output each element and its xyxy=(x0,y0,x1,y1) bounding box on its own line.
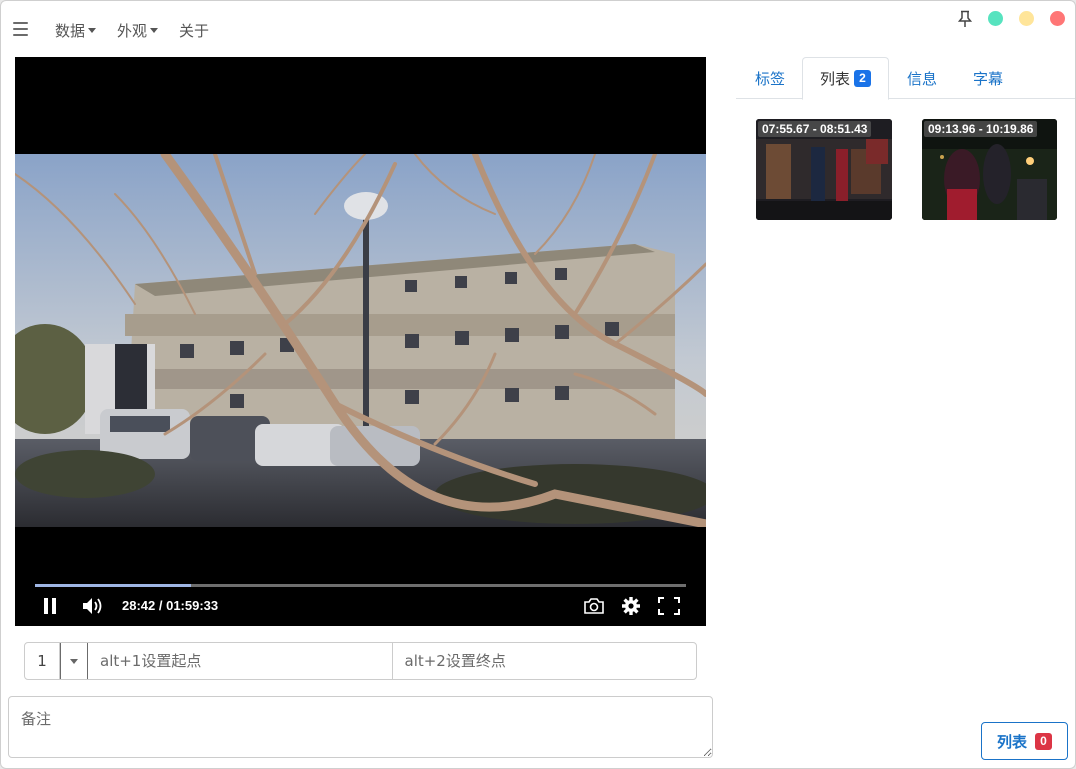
list-count-badge: 0 xyxy=(1035,732,1052,750)
menu-data-label: 数据 xyxy=(55,21,86,40)
side-tabs: 标签 列表 2 信息 字幕 xyxy=(736,57,1075,100)
list-button-label: 列表 xyxy=(996,732,1027,751)
tab-tags[interactable]: 标签 xyxy=(744,57,796,99)
clip-range-label: 07:55.67 - 08:51.43 xyxy=(758,121,872,137)
range-input-row: 1 xyxy=(24,642,697,680)
volume-icon[interactable] xyxy=(82,597,104,615)
settings-icon[interactable] xyxy=(621,596,641,616)
video-player[interactable]: 28:42 / 01:59:33 xyxy=(15,57,706,626)
screenshot-icon[interactable] xyxy=(583,597,605,615)
caret-down-icon xyxy=(70,658,78,664)
caret-down-icon xyxy=(88,27,97,33)
time-display: 28:42 / 01:59:33 xyxy=(122,598,219,613)
tab-list-label: 列表 xyxy=(819,70,850,88)
clip-thumbnail[interactable]: 09:13.96 - 10:19.86 xyxy=(922,119,1057,220)
menu-about-label: 关于 xyxy=(179,21,210,40)
menu-about[interactable]: 关于 xyxy=(179,20,209,40)
menu-appearance[interactable]: 外观 xyxy=(117,20,159,40)
app-window: 数据 外观 关于 28:42 / 01:59:33 1 alt+1设置起点 al… xyxy=(0,0,1076,769)
window-dot-yellow[interactable] xyxy=(1019,11,1034,26)
tab-list[interactable]: 列表 2 xyxy=(802,57,889,100)
tab-info[interactable]: 信息 xyxy=(896,57,948,99)
progress-fill xyxy=(35,584,192,587)
caret-down-icon xyxy=(150,27,159,33)
progress-bar[interactable] xyxy=(35,584,686,587)
fullscreen-icon[interactable] xyxy=(658,597,680,615)
clip-range-label: 09:13.96 - 10:19.86 xyxy=(924,121,1038,137)
pause-icon[interactable] xyxy=(43,598,57,614)
end-point-input[interactable] xyxy=(391,643,696,679)
clip-index-dropdown[interactable] xyxy=(60,643,88,679)
list-button[interactable]: 列表 0 xyxy=(981,722,1068,760)
menu-appearance-label: 外观 xyxy=(117,21,148,40)
menu-bar: 数据 外观 关于 xyxy=(1,1,1075,57)
tab-info-label: 信息 xyxy=(906,69,937,88)
hamburger-menu-icon[interactable] xyxy=(13,22,28,36)
menu-data[interactable]: 数据 xyxy=(55,20,97,40)
tab-tags-label: 标签 xyxy=(754,69,785,88)
notes-textarea[interactable] xyxy=(8,696,713,758)
window-dot-green[interactable] xyxy=(988,11,1003,26)
pin-icon[interactable] xyxy=(957,10,973,28)
player-controls: 28:42 / 01:59:33 xyxy=(15,579,706,626)
window-close-dot[interactable] xyxy=(1050,11,1065,26)
tab-subtitles[interactable]: 字幕 xyxy=(962,57,1014,99)
tab-subtitles-label: 字幕 xyxy=(972,69,1003,88)
clip-index-value[interactable]: 1 xyxy=(25,643,60,679)
video-frame xyxy=(15,154,706,527)
tab-list-count-badge: 2 xyxy=(854,70,871,87)
start-point-input[interactable] xyxy=(88,643,392,679)
clip-thumbnail[interactable]: 07:55.67 - 08:51.43 xyxy=(756,119,892,220)
